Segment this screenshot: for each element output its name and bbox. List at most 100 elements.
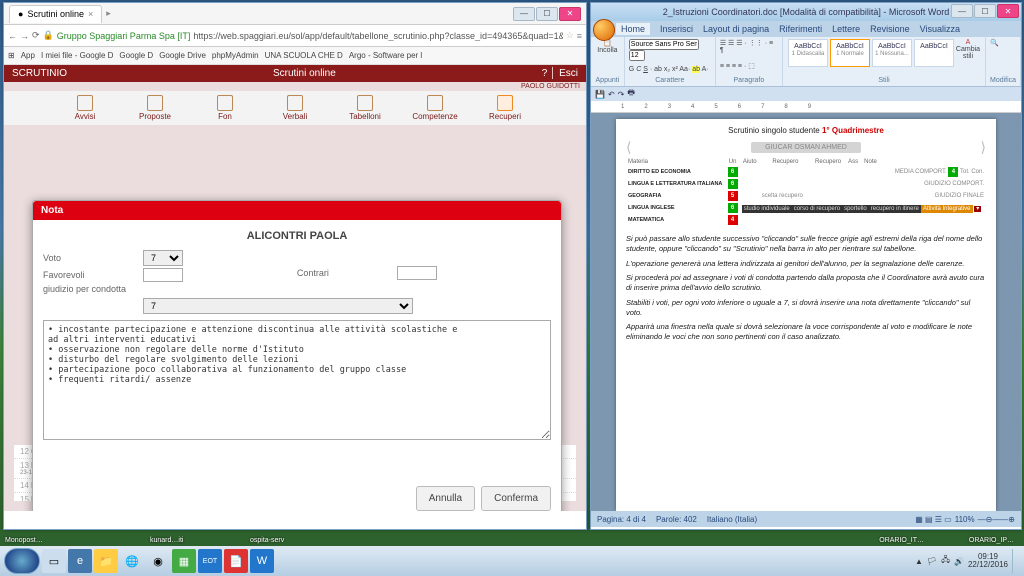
- font-select[interactable]: [629, 39, 699, 50]
- prev-student-arrow[interactable]: ⟨: [626, 139, 631, 156]
- taskbar-icon[interactable]: 🌐: [120, 549, 144, 573]
- ruler[interactable]: 123456789: [591, 101, 1021, 113]
- style-item[interactable]: AaBbCcI: [914, 39, 954, 67]
- status-words[interactable]: Parole: 402: [656, 515, 697, 524]
- style-item[interactable]: AaBbCcI1 Didascalia: [788, 39, 828, 67]
- bookmark-item[interactable]: Argo - Software per l: [349, 51, 422, 60]
- doc-page[interactable]: Scrutinio singolo studente 1° Quadrimest…: [616, 119, 996, 511]
- para-buttons[interactable]: ☰ ☰ ☰ · ⋮⋮ · ≡ ¶: [720, 39, 778, 54]
- taskbar-icon[interactable]: ▦: [172, 549, 196, 573]
- office-button[interactable]: [593, 19, 615, 41]
- tray-icon[interactable]: ▲: [915, 557, 923, 566]
- nota-textarea[interactable]: [43, 320, 551, 440]
- new-tab-button[interactable]: ▸: [106, 8, 111, 19]
- browser-window: ● Scrutini online × ▸ — ☐ ✕ ← → ⟳ 🔒 Grup…: [3, 2, 587, 530]
- qat-icon[interactable]: ↶: [608, 90, 615, 99]
- zoom-slider[interactable]: —⊖——⊕: [978, 515, 1015, 524]
- ribbon-tab[interactable]: Visualizza: [920, 24, 960, 34]
- voto-select[interactable]: 7: [143, 250, 183, 266]
- tray-flag-icon[interactable]: 🏳: [927, 557, 937, 566]
- toolbar-item[interactable]: Verbali: [270, 95, 320, 121]
- bookmark-item[interactable]: App: [21, 51, 35, 60]
- next-student-arrow[interactable]: ⟩: [981, 139, 986, 156]
- url-path[interactable]: https://web.spaggiari.eu/sol/app/default…: [193, 31, 562, 41]
- bookmark-item[interactable]: Google Drive: [159, 51, 206, 60]
- maximize-button[interactable]: ☐: [536, 7, 558, 21]
- close-button[interactable]: ✕: [559, 7, 581, 21]
- bookmark-item[interactable]: Google D: [119, 51, 153, 60]
- desktop-icon-label[interactable]: ospita-serv: [250, 537, 284, 544]
- bookmark-item[interactable]: I miei file - Google D: [41, 51, 113, 60]
- tab-close-icon[interactable]: ×: [88, 9, 93, 19]
- toolbar-item[interactable]: Tabelloni: [340, 95, 390, 121]
- font-buttons[interactable]: G C S · ab x₂ x² Aa· ab A·: [629, 66, 711, 73]
- menu-icon[interactable]: ≡: [577, 31, 582, 41]
- star-icon[interactable]: ☆: [566, 30, 574, 41]
- align-buttons[interactable]: ≡ ≡ ≡ ≡ · ⬚: [720, 62, 778, 70]
- table-row: MATEMATICA4: [626, 214, 986, 226]
- show-desktop-button[interactable]: [1012, 549, 1020, 573]
- status-page[interactable]: Pagina: 4 di 4: [597, 515, 646, 524]
- find-button[interactable]: 🔍: [990, 39, 1016, 47]
- tray-volume-icon[interactable]: 🔊: [954, 557, 964, 566]
- tray-network-icon[interactable]: 🖧: [941, 554, 950, 568]
- maximize-button[interactable]: ☐: [974, 4, 996, 18]
- style-item[interactable]: AaBbCcI1 Normale: [830, 39, 870, 67]
- toolbar-item[interactable]: Fon: [200, 95, 250, 121]
- toolbar-item[interactable]: Recuperi: [480, 95, 530, 121]
- ribbon-tab[interactable]: Lettere: [832, 24, 860, 34]
- qat-icon[interactable]: 🖶: [627, 87, 635, 101]
- cancel-button[interactable]: Annulla: [416, 486, 475, 511]
- contrari-input[interactable]: [397, 266, 437, 280]
- zoom-level[interactable]: 110%: [955, 515, 975, 524]
- confirm-button[interactable]: Conferma: [481, 486, 551, 511]
- taskbar-icon[interactable]: e: [68, 549, 92, 573]
- forward-button[interactable]: →: [20, 31, 29, 41]
- qat-icon[interactable]: 💾: [595, 90, 605, 99]
- bookmark-item[interactable]: UNA SCUOLA CHE D: [265, 51, 343, 60]
- taskbar-clock[interactable]: 09:19 22/12/2016: [968, 553, 1008, 569]
- minimize-button[interactable]: —: [513, 7, 535, 21]
- fontsize-select[interactable]: [629, 50, 645, 61]
- ribbon-tab-home[interactable]: Home: [616, 23, 650, 35]
- reload-button[interactable]: ⟳: [32, 30, 40, 41]
- desktop-icon-label[interactable]: Monopost…: [5, 537, 43, 544]
- taskbar-icon[interactable]: 📁: [94, 549, 118, 573]
- minimize-button[interactable]: —: [951, 4, 973, 18]
- start-button[interactable]: [4, 548, 40, 574]
- back-button[interactable]: ←: [8, 31, 17, 41]
- desktop-icon-label[interactable]: ORARIO_IT…: [879, 537, 924, 544]
- ribbon-tab[interactable]: Revisione: [870, 24, 910, 34]
- logout-button[interactable]: Esci: [559, 68, 578, 79]
- giudizio-select[interactable]: 7: [143, 298, 413, 314]
- desktop-icon-label[interactable]: kunard…iti: [150, 537, 183, 544]
- group-label: Modifica: [990, 77, 1016, 84]
- browser-tab[interactable]: ● Scrutini online ×: [9, 5, 102, 23]
- taskbar-word-icon[interactable]: W: [250, 549, 274, 573]
- taskbar-icon[interactable]: EOT: [198, 549, 222, 573]
- desktop-icon-label[interactable]: ORARIO_IP…: [969, 537, 1014, 544]
- change-styles-button[interactable]: ACambia stili: [955, 39, 981, 67]
- toolbar-item[interactable]: Proposte: [130, 95, 180, 121]
- paste-button[interactable]: 📋Incolla: [595, 39, 620, 54]
- browser-tabstrip: ● Scrutini online × ▸ — ☐ ✕: [4, 3, 586, 25]
- toolbar-item[interactable]: Avvisi: [60, 95, 110, 121]
- ribbon-tab[interactable]: Layout di pagina: [703, 24, 769, 34]
- style-item[interactable]: AaBbCcI1 Nessuna...: [872, 39, 912, 67]
- taskbar-chrome-icon[interactable]: ◉: [146, 549, 170, 573]
- help-button[interactable]: ?: [542, 68, 548, 79]
- taskbar-icon[interactable]: ▭: [42, 549, 66, 573]
- view-buttons[interactable]: ▦ ▤ ☰ ▭: [915, 515, 952, 524]
- taskbar: ▭ e 📁 🌐 ◉ ▦ EOT 📄 W ▲ 🏳 🖧 🔊 09:19 22/12/…: [0, 546, 1024, 576]
- toolbar-item[interactable]: Competenze: [410, 95, 460, 121]
- ribbon-tab[interactable]: Inserisci: [660, 24, 693, 34]
- student-nav[interactable]: GIUCAR OSMAN AHMED: [751, 142, 861, 153]
- favorevoli-input[interactable]: [143, 268, 183, 282]
- ribbon-tab[interactable]: Riferimenti: [779, 24, 822, 34]
- qat-icon[interactable]: ↷: [618, 90, 625, 99]
- taskbar-icon[interactable]: 📄: [224, 549, 248, 573]
- bookmark-item[interactable]: phpMyAdmin: [212, 51, 259, 60]
- apps-icon[interactable]: ⊞: [8, 51, 15, 60]
- close-button[interactable]: ✕: [997, 4, 1019, 18]
- status-lang[interactable]: Italiano (Italia): [707, 515, 757, 524]
